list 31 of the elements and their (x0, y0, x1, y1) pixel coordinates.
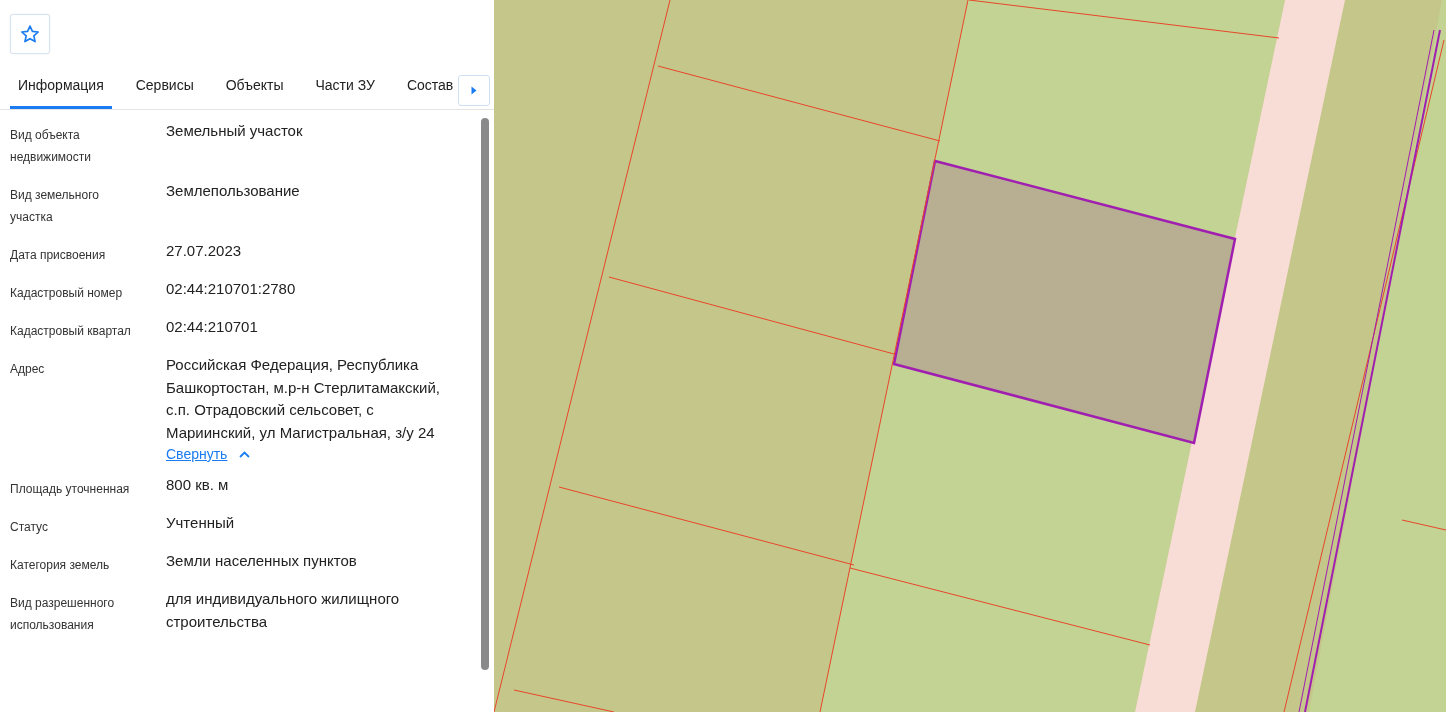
property-value: Российская Федерация, Республика Башкортостан, м.р-н Стерлитамакский, с.п. Отрадовский сельсовет, с Мариинский, ул Магистральная, з/у 24 (166, 355, 442, 443)
property-label: Кадастровый квартал (10, 323, 132, 340)
caret-right-icon (471, 86, 477, 95)
property-value: Земельный участок (166, 121, 304, 141)
property-value: Земли населенных пунктов (166, 551, 358, 571)
property-value: 800 кв. м (166, 475, 230, 495)
collapse-link[interactable]: Свернуть (166, 446, 228, 462)
property-label: Кадастровый номер (10, 285, 124, 302)
chevron-up-icon[interactable] (239, 450, 251, 458)
property-value: Землепользование (166, 181, 301, 201)
property-label: Дата присвоения (10, 247, 107, 264)
property-label: Категория земель (10, 557, 111, 574)
star-icon (20, 24, 40, 44)
tab[interactable]: Состав (398, 61, 462, 109)
tab[interactable]: Части ЗУ (307, 61, 383, 109)
scrollbar-thumb[interactable] (481, 118, 489, 670)
property-label: Статус (10, 519, 49, 536)
property-label: Вид объекта недвижимости (10, 127, 92, 166)
property-label: Вид разрешенного использования (10, 595, 116, 634)
tab[interactable]: Объекты (217, 61, 292, 109)
property-value: Учтенный (166, 513, 236, 533)
property-value: для индивидуального жилищного строительства (166, 589, 401, 632)
favorite-button[interactable] (10, 14, 50, 54)
property-label: Площадь уточненная (10, 481, 131, 498)
property-value: 02:44:210701 (166, 317, 259, 337)
property-label: Адрес (10, 361, 46, 378)
property-label: Вид земельного участка (10, 187, 100, 226)
tab[interactable]: Информация (10, 61, 112, 109)
tab[interactable]: Сервисы (127, 61, 202, 109)
property-value: 27.07.2023 (166, 241, 243, 261)
property-value: 02:44:210701:2780 (166, 279, 297, 299)
